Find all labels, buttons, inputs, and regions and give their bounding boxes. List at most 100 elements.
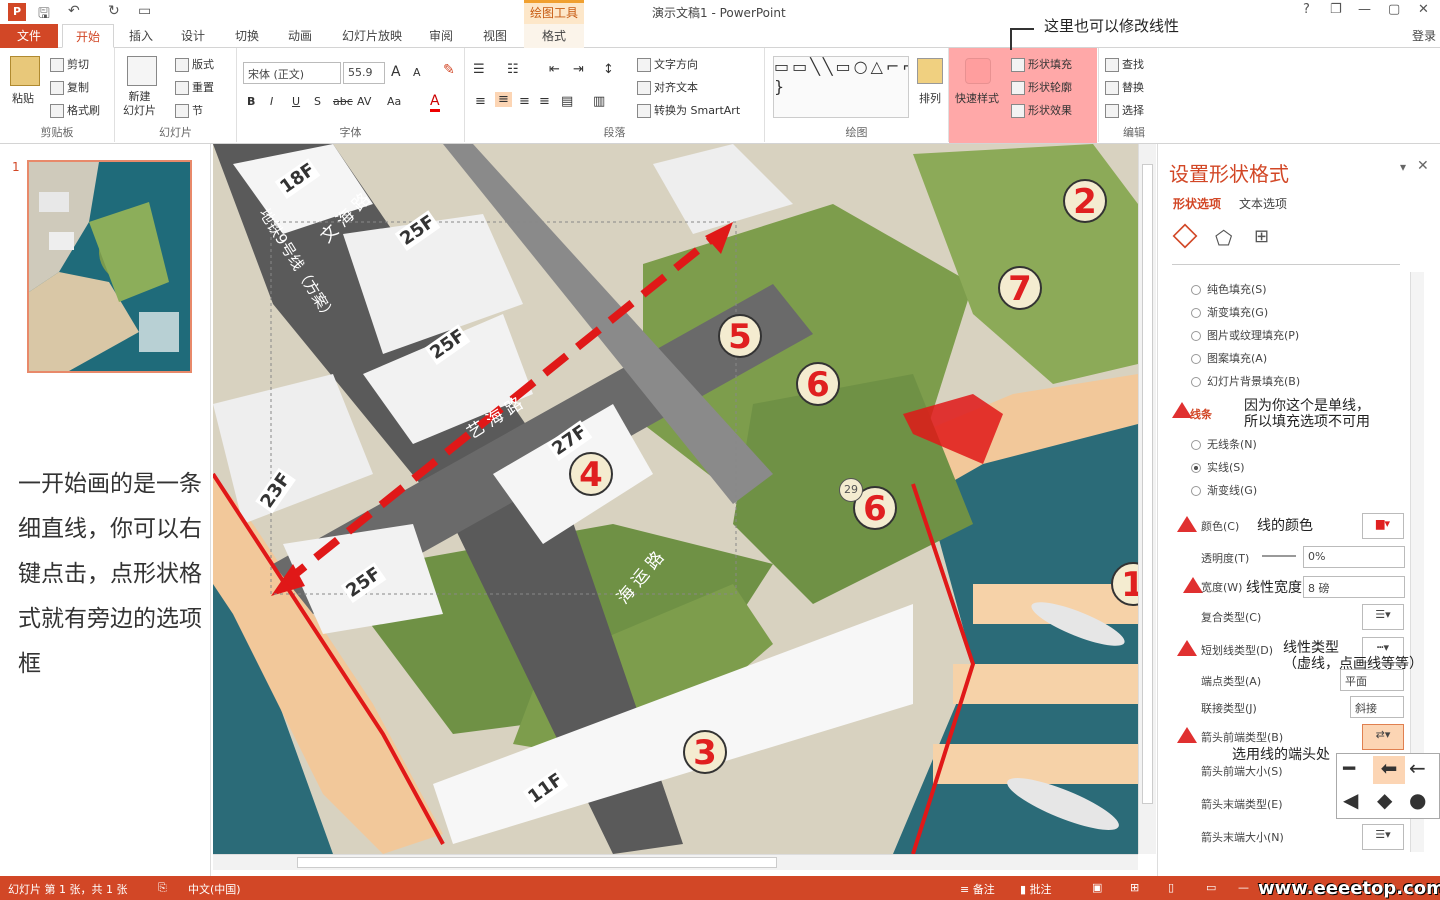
line-section-header[interactable]: 线条 xyxy=(1190,406,1212,422)
option-no-line[interactable]: 无线条(N) xyxy=(1191,436,1257,452)
maximize-button[interactable]: ▢ xyxy=(1388,2,1400,17)
minimize-button[interactable]: — xyxy=(1358,2,1371,17)
bold-button[interactable]: B xyxy=(247,95,255,108)
columns-icon[interactable]: ▥ xyxy=(593,94,605,109)
reading-view-icon[interactable]: ▯ xyxy=(1168,881,1174,894)
italic-button[interactable]: I xyxy=(270,95,273,108)
slide-sorter-icon[interactable]: ⊞ xyxy=(1130,881,1139,894)
pane-menu-icon[interactable]: ▾ xyxy=(1400,160,1406,174)
format-painter-button[interactable]: 格式刷 xyxy=(50,102,100,118)
end-arrow-size-button[interactable]: ☰▾ xyxy=(1362,824,1404,850)
text-direction-button[interactable]: 文字方向 xyxy=(637,56,698,72)
tab-insert[interactable]: 插入 xyxy=(120,24,162,48)
align-text-button[interactable]: 对齐文本 xyxy=(637,79,698,95)
compound-type-button[interactable]: ☰▾ xyxy=(1362,604,1404,630)
arrow-stealth-option[interactable]: ◀ xyxy=(1343,788,1358,812)
distribute-icon[interactable]: ▤ xyxy=(561,94,573,109)
slideshow-view-icon[interactable]: ▭ xyxy=(1206,881,1216,894)
undo-icon[interactable]: ↶ xyxy=(68,3,80,19)
arrow-solid-option[interactable]: ⬅ xyxy=(1373,756,1405,784)
replace-button[interactable]: 替换 xyxy=(1105,79,1144,95)
cap-type-select[interactable]: 平面 xyxy=(1340,669,1404,691)
shrink-font-button[interactable]: A xyxy=(413,66,421,79)
justify-icon[interactable]: ≡ xyxy=(539,94,550,109)
reset-button[interactable]: 重置 xyxy=(175,79,214,95)
normal-view-icon[interactable]: ▣ xyxy=(1092,881,1102,894)
option-gradient-line[interactable]: 渐变线(G) xyxy=(1191,482,1257,498)
arrange-icon[interactable] xyxy=(917,58,943,84)
align-center-icon[interactable]: ≡ xyxy=(495,92,512,107)
vertical-scroll-thumb[interactable] xyxy=(1142,164,1153,804)
shadow-button[interactable]: S xyxy=(314,95,321,108)
zoom-out-button[interactable]: — xyxy=(1238,881,1249,894)
copy-button[interactable]: 复制 xyxy=(50,79,89,95)
option-picture-fill[interactable]: 图片或纹理填充(P) xyxy=(1191,327,1299,343)
shape-outline-button[interactable]: 形状轮廓 xyxy=(1011,79,1072,95)
begin-arrow-type-button[interactable]: ⇄▾ xyxy=(1362,724,1404,750)
font-name-select[interactable]: 宋体 (正文) xyxy=(243,62,341,84)
spellcheck-icon[interactable]: ⎘ xyxy=(158,881,167,895)
char-spacing-button[interactable]: AV xyxy=(357,95,371,108)
change-case-button[interactable]: Aa xyxy=(387,95,401,108)
option-pattern-fill[interactable]: 图案填充(A) xyxy=(1191,350,1267,366)
join-type-select[interactable]: 斜接 xyxy=(1350,696,1404,718)
tab-shape-options[interactable]: 形状选项 xyxy=(1173,195,1221,212)
increase-indent-icon[interactable]: ⇥ xyxy=(573,62,584,77)
ribbon-display-button[interactable]: ❐ xyxy=(1330,2,1342,17)
option-solid-line[interactable]: 实线(S) xyxy=(1191,459,1245,475)
present-icon[interactable]: ▭ xyxy=(138,3,151,19)
comments-button[interactable]: ▮ 批注 xyxy=(1020,881,1052,897)
shape-fill-button[interactable]: 形状填充 xyxy=(1011,56,1072,72)
horizontal-scroll-thumb[interactable] xyxy=(297,857,777,868)
arrow-none-option[interactable]: ━ xyxy=(1343,756,1355,780)
layout-button[interactable]: 版式 xyxy=(175,56,214,72)
font-size-select[interactable]: 55.9 xyxy=(343,62,385,84)
section-button[interactable]: 节 xyxy=(175,102,203,118)
new-slide-icon[interactable] xyxy=(127,56,157,86)
effects-pentagon-icon[interactable]: ⬠ xyxy=(1215,226,1232,250)
align-left-icon[interactable]: ≡ xyxy=(475,94,486,109)
tab-transitions[interactable]: 切换 xyxy=(226,24,268,48)
find-button[interactable]: 查找 xyxy=(1105,56,1144,72)
strikethrough-button[interactable]: abc xyxy=(333,95,353,108)
smartart-button[interactable]: 转换为 SmartArt xyxy=(637,102,740,118)
horizontal-scrollbar[interactable] xyxy=(213,854,1138,870)
arrow-diamond-option[interactable]: ◆ xyxy=(1377,788,1392,812)
shape-effects-button[interactable]: 形状效果 xyxy=(1011,102,1072,118)
option-solid-fill[interactable]: 纯色填充(S) xyxy=(1191,281,1267,297)
language-status[interactable]: 中文(中国) xyxy=(188,881,241,897)
arrow-open-option[interactable]: ← xyxy=(1409,756,1426,780)
vertical-scrollbar[interactable] xyxy=(1138,144,1156,854)
arrow-oval-option[interactable]: ● xyxy=(1409,788,1426,812)
shapes-gallery[interactable]: ▭▭╲╲▭○△⌐⌐⇨⇩☐╮∿⌒{ } xyxy=(773,56,909,118)
size-properties-icon[interactable]: ⊞ xyxy=(1254,226,1269,247)
paste-icon[interactable] xyxy=(10,56,40,86)
grow-font-button[interactable]: A xyxy=(391,64,401,80)
numbering-icon[interactable]: ☷ xyxy=(507,62,519,77)
line-spacing-icon[interactable]: ↕ xyxy=(603,62,614,77)
clear-format-icon[interactable]: ✎ xyxy=(443,62,455,78)
arrange-button[interactable]: 排列 xyxy=(919,90,941,106)
tab-file[interactable]: 文件 xyxy=(0,24,58,48)
transparency-slider[interactable] xyxy=(1262,555,1296,557)
sign-in-link[interactable]: 登录 xyxy=(1408,24,1440,48)
tab-design[interactable]: 设计 xyxy=(172,24,214,48)
quick-styles-button[interactable]: 快速样式 xyxy=(955,90,999,106)
option-slide-bg-fill[interactable]: 幻灯片背景填充(B) xyxy=(1191,373,1300,389)
align-right-icon[interactable]: ≡ xyxy=(519,94,530,109)
notes-button[interactable]: ≡ 备注 xyxy=(960,881,995,897)
font-color-button[interactable]: A xyxy=(430,93,440,112)
tab-review[interactable]: 审阅 xyxy=(420,24,462,48)
tab-view[interactable]: 视图 xyxy=(474,24,516,48)
slide-thumbnail[interactable] xyxy=(27,160,192,373)
close-button[interactable]: ✕ xyxy=(1418,2,1429,17)
tab-animations[interactable]: 动画 xyxy=(279,24,321,48)
slide-canvas[interactable]: 5 6 6 4 3 7 2 1 18F 25F 25F 27F 23F 25F … xyxy=(213,144,1138,854)
color-picker-button[interactable]: ▆▾ xyxy=(1362,513,1404,539)
option-gradient-fill[interactable]: 渐变填充(G) xyxy=(1191,304,1268,320)
bullets-icon[interactable]: ☰ xyxy=(473,62,485,77)
width-input[interactable]: 8 磅 xyxy=(1303,576,1405,598)
transparency-input[interactable]: 0% xyxy=(1303,546,1405,568)
tab-slideshow[interactable]: 幻灯片放映 xyxy=(336,24,408,48)
select-button[interactable]: 选择 xyxy=(1105,102,1144,118)
